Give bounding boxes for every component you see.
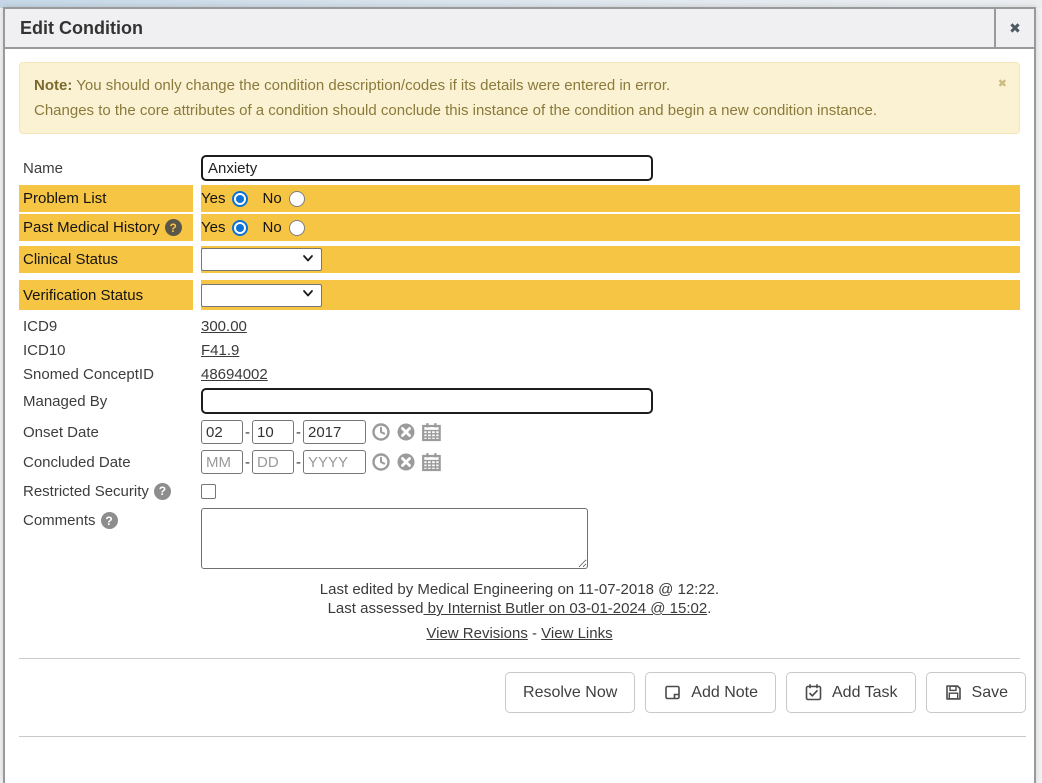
concluded-month-input[interactable] <box>201 450 243 474</box>
note-dismiss-button[interactable]: ✖ <box>998 72 1007 97</box>
view-revisions-link[interactable]: View Revisions <box>426 625 527 642</box>
name-label: Name <box>19 154 193 182</box>
note-line-1: Note: You should only change the conditi… <box>34 73 1005 98</box>
revision-links-line: View Revisions - View Links <box>5 625 1034 642</box>
dialog-header: Edit Condition ✖ <box>5 9 1034 49</box>
onset-day-input[interactable] <box>252 420 294 444</box>
close-icon: ✖ <box>1009 20 1021 37</box>
calendar-icon[interactable] <box>421 422 442 442</box>
view-links-link[interactable]: View Links <box>541 625 612 642</box>
dialog-footer: Resolve Now Add Note Add Task Save <box>5 672 1026 713</box>
onset-date-row: Onset Date - - <box>19 419 1020 445</box>
clinical-status-label: Clinical Status <box>19 246 193 273</box>
icd9-row: ICD9 300.00 <box>19 315 1020 337</box>
note-icon <box>663 683 682 702</box>
past-medical-history-yes-label: Yes <box>201 219 225 236</box>
problem-list-yes-label: Yes <box>201 190 225 207</box>
past-medical-history-no-label: No <box>262 219 281 236</box>
restricted-security-label: Restricted Security ? <box>19 480 193 502</box>
past-medical-history-label: Past Medical History ? <box>19 214 193 241</box>
note-line-2: Changes to the core attributes of a cond… <box>34 98 1005 123</box>
onset-year-input[interactable] <box>303 420 366 444</box>
icd10-label: ICD10 <box>19 339 193 361</box>
add-note-button[interactable]: Add Note <box>645 672 776 713</box>
icd9-label: ICD9 <box>19 315 193 337</box>
problem-list-label: Problem List <box>19 185 193 212</box>
problem-list-row: Problem List Yes No <box>19 185 1020 212</box>
concluded-year-input[interactable] <box>303 450 366 474</box>
clear-date-icon[interactable] <box>396 422 416 442</box>
verification-status-row: Verification Status <box>19 280 1020 310</box>
clear-date-icon[interactable] <box>396 452 416 472</box>
clock-icon[interactable] <box>371 452 391 472</box>
close-button[interactable]: ✖ <box>994 8 1034 48</box>
past-medical-history-no-radio[interactable] <box>289 220 305 236</box>
past-medical-history-row: Past Medical History ? Yes No <box>19 214 1020 241</box>
comments-textarea[interactable] <box>201 508 588 569</box>
help-icon[interactable]: ? <box>154 483 171 500</box>
past-medical-history-yes-radio[interactable] <box>232 220 248 236</box>
save-button[interactable]: Save <box>926 672 1026 713</box>
concluded-date-label: Concluded Date <box>19 449 193 475</box>
add-task-button[interactable]: Add Task <box>786 672 916 713</box>
problem-list-no-radio[interactable] <box>289 191 305 207</box>
condition-form: Name Problem List Yes No Past Medical Hi… <box>5 154 1034 569</box>
managed-by-input[interactable] <box>201 388 653 414</box>
chevron-down-icon <box>301 251 315 269</box>
comments-row: Comments ? <box>19 508 1020 569</box>
problem-list-yes-radio[interactable] <box>232 191 248 207</box>
note-prefix: Note: <box>34 77 72 94</box>
dialog-title: Edit Condition <box>5 18 994 39</box>
warning-note-banner: ✖ Note: You should only change the condi… <box>19 62 1020 134</box>
managed-by-label: Managed By <box>19 387 193 415</box>
snomed-concept-link[interactable]: 48694002 <box>201 366 268 383</box>
icd10-code-link[interactable]: F41.9 <box>201 342 239 359</box>
snomed-concept-label: Snomed ConceptID <box>19 363 193 385</box>
onset-month-input[interactable] <box>201 420 243 444</box>
snomed-concept-row: Snomed ConceptID 48694002 <box>19 363 1020 385</box>
clock-icon[interactable] <box>371 422 391 442</box>
name-input[interactable] <box>201 155 653 181</box>
edit-condition-dialog: Edit Condition ✖ ✖ Note: You should only… <box>3 7 1036 783</box>
clinical-status-row: Clinical Status <box>19 246 1020 273</box>
dismiss-icon: ✖ <box>998 78 1007 90</box>
last-assessed-link[interactable]: by Internist Butler on 03-01-2024 @ 15:0… <box>423 600 707 617</box>
help-icon[interactable]: ? <box>165 219 182 236</box>
help-icon[interactable]: ? <box>101 512 118 529</box>
calendar-check-icon <box>804 683 823 702</box>
resolve-now-button[interactable]: Resolve Now <box>505 672 635 713</box>
restricted-security-row: Restricted Security ? <box>19 480 1020 502</box>
onset-date-label: Onset Date <box>19 419 193 445</box>
verification-status-select[interactable] <box>201 284 322 307</box>
managed-by-row: Managed By <box>19 387 1020 415</box>
problem-list-no-label: No <box>262 190 281 207</box>
bottom-divider <box>19 736 1026 737</box>
verification-status-label: Verification Status <box>19 280 193 310</box>
name-row: Name <box>19 154 1020 182</box>
calendar-icon[interactable] <box>421 452 442 472</box>
last-edited-line: Last edited by Medical Engineering on 11… <box>5 580 1034 599</box>
chevron-down-icon <box>301 286 315 304</box>
clinical-status-select[interactable] <box>201 248 322 271</box>
footer-divider <box>19 658 1020 659</box>
comments-label: Comments ? <box>19 508 193 529</box>
icd9-code-link[interactable]: 300.00 <box>201 318 247 335</box>
restricted-security-checkbox[interactable] <box>201 484 216 499</box>
icd10-row: ICD10 F41.9 <box>19 339 1020 361</box>
concluded-day-input[interactable] <box>252 450 294 474</box>
concluded-date-row: Concluded Date - - <box>19 449 1020 475</box>
save-icon <box>944 683 963 702</box>
last-assessed-line: Last assessed by Internist Butler on 03-… <box>5 599 1034 618</box>
